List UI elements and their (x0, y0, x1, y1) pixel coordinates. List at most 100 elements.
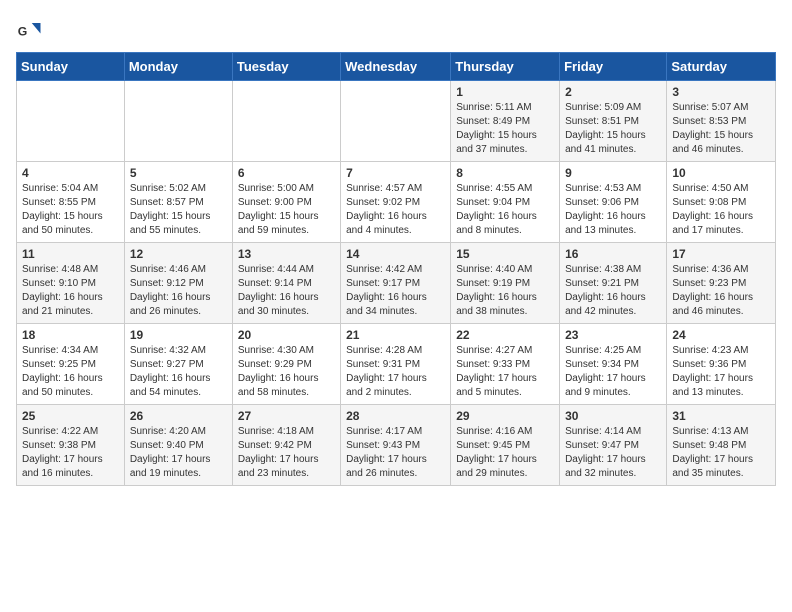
day-number: 6 (238, 166, 335, 180)
cell-content: Sunrise: 5:02 AM Sunset: 8:57 PM Dayligh… (130, 182, 227, 238)
day-number: 18 (22, 328, 119, 342)
day-header-saturday: Saturday (667, 53, 776, 81)
calendar-cell: 23 Sunrise: 4:25 AM Sunset: 9:34 PM Dayli… (560, 324, 667, 405)
day-number: 16 (565, 247, 661, 261)
calendar-cell (232, 81, 340, 162)
day-number: 21 (346, 328, 445, 342)
calendar-cell: 28 Sunrise: 4:17 AM Sunset: 9:43 PM Dayli… (341, 405, 451, 486)
cell-content: Sunrise: 5:04 AM Sunset: 8:55 PM Dayligh… (22, 182, 119, 238)
cell-content: Sunrise: 4:22 AM Sunset: 9:38 PM Dayligh… (22, 425, 119, 481)
calendar-cell: 20Sunrise: 4:30 AM Sunset: 9:29 PM Dayli… (232, 324, 340, 405)
cell-content: Sunrise: 4:32 AM Sunset: 9:27 PM Dayligh… (130, 344, 227, 400)
cell-content: Sunrise: 4:13 AM Sunset: 9:48 PM Dayligh… (672, 425, 770, 481)
calendar-cell: 19 Sunrise: 4:32 AM Sunset: 9:27 PM Dayli… (124, 324, 232, 405)
day-number: 4 (22, 166, 119, 180)
calendar-cell: 15 Sunrise: 4:40 AM Sunset: 9:19 PM Dayli… (451, 243, 560, 324)
day-number: 25 (22, 409, 119, 423)
cell-content: Sunrise: 4:57 AM Sunset: 9:02 PM Dayligh… (346, 182, 445, 238)
cell-content: Sunrise: 4:42 AM Sunset: 9:17 PM Dayligh… (346, 263, 445, 319)
calendar-table: SundayMondayTuesdayWednesdayThursdayFrid… (16, 52, 776, 486)
cell-content: Sunrise: 4:53 AM Sunset: 9:06 PM Dayligh… (565, 182, 661, 238)
day-number: 3 (672, 85, 770, 99)
calendar-cell: 11 Sunrise: 4:48 AM Sunset: 9:10 PM Dayli… (17, 243, 125, 324)
day-header-friday: Friday (560, 53, 667, 81)
cell-content: Sunrise: 4:16 AM Sunset: 9:45 PM Dayligh… (456, 425, 554, 481)
day-number: 29 (456, 409, 554, 423)
calendar-cell: 4 Sunrise: 5:04 AM Sunset: 8:55 PM Daylig… (17, 162, 125, 243)
cell-content: Sunrise: 4:55 AM Sunset: 9:04 PM Dayligh… (456, 182, 554, 238)
calendar-cell: 6Sunrise: 5:00 AM Sunset: 9:00 PM Daylig… (232, 162, 340, 243)
day-number: 13 (238, 247, 335, 261)
day-number: 19 (130, 328, 227, 342)
calendar-cell (17, 81, 125, 162)
calendar-cell: 9 Sunrise: 4:53 AM Sunset: 9:06 PM Daylig… (560, 162, 667, 243)
cell-content: Sunrise: 4:34 AM Sunset: 9:25 PM Dayligh… (22, 344, 119, 400)
calendar-cell: 10 Sunrise: 4:50 AM Sunset: 9:08 PM Dayli… (667, 162, 776, 243)
calendar-week-row: 11 Sunrise: 4:48 AM Sunset: 9:10 PM Dayli… (17, 243, 776, 324)
cell-content: Sunrise: 4:23 AM Sunset: 9:36 PM Dayligh… (672, 344, 770, 400)
cell-content: Sunrise: 4:25 AM Sunset: 9:34 PM Dayligh… (565, 344, 661, 400)
calendar-cell: 26 Sunrise: 4:20 AM Sunset: 9:40 PM Dayli… (124, 405, 232, 486)
calendar-cell (124, 81, 232, 162)
day-number: 5 (130, 166, 227, 180)
cell-content: Sunrise: 4:14 AM Sunset: 9:47 PM Dayligh… (565, 425, 661, 481)
cell-content: Sunrise: 5:07 AM Sunset: 8:53 PM Dayligh… (672, 101, 770, 157)
calendar-cell: 27Sunrise: 4:18 AM Sunset: 9:42 PM Dayli… (232, 405, 340, 486)
calendar-cell: 5 Sunrise: 5:02 AM Sunset: 8:57 PM Daylig… (124, 162, 232, 243)
logo: G (16, 16, 48, 44)
cell-content: Sunrise: 4:36 AM Sunset: 9:23 PM Dayligh… (672, 263, 770, 319)
day-number: 10 (672, 166, 770, 180)
cell-content: Sunrise: 4:44 AM Sunset: 9:14 PM Dayligh… (238, 263, 335, 319)
day-number: 11 (22, 247, 119, 261)
day-header-thursday: Thursday (451, 53, 560, 81)
day-number: 9 (565, 166, 661, 180)
day-number: 1 (456, 85, 554, 99)
day-number: 17 (672, 247, 770, 261)
day-number: 2 (565, 85, 661, 99)
day-number: 12 (130, 247, 227, 261)
day-header-sunday: Sunday (17, 53, 125, 81)
calendar-cell: 2Sunrise: 5:09 AM Sunset: 8:51 PM Daylig… (560, 81, 667, 162)
day-number: 31 (672, 409, 770, 423)
calendar-cell: 12 Sunrise: 4:46 AM Sunset: 9:12 PM Dayli… (124, 243, 232, 324)
day-number: 15 (456, 247, 554, 261)
cell-content: Sunrise: 4:48 AM Sunset: 9:10 PM Dayligh… (22, 263, 119, 319)
cell-content: Sunrise: 4:30 AM Sunset: 9:29 PM Dayligh… (238, 344, 335, 400)
calendar-cell: 24Sunrise: 4:23 AM Sunset: 9:36 PM Dayli… (667, 324, 776, 405)
cell-content: Sunrise: 4:18 AM Sunset: 9:42 PM Dayligh… (238, 425, 335, 481)
calendar-cell: 3 Sunrise: 5:07 AM Sunset: 8:53 PM Daylig… (667, 81, 776, 162)
cell-content: Sunrise: 4:50 AM Sunset: 9:08 PM Dayligh… (672, 182, 770, 238)
calendar-week-row: 1 Sunrise: 5:11 AM Sunset: 8:49 PM Daylig… (17, 81, 776, 162)
calendar-cell: 31 Sunrise: 4:13 AM Sunset: 9:48 PM Dayli… (667, 405, 776, 486)
calendar-cell: 8Sunrise: 4:55 AM Sunset: 9:04 PM Daylig… (451, 162, 560, 243)
day-number: 22 (456, 328, 554, 342)
day-number: 14 (346, 247, 445, 261)
cell-content: Sunrise: 4:17 AM Sunset: 9:43 PM Dayligh… (346, 425, 445, 481)
cell-content: Sunrise: 4:20 AM Sunset: 9:40 PM Dayligh… (130, 425, 227, 481)
calendar-cell: 16 Sunrise: 4:38 AM Sunset: 9:21 PM Dayli… (560, 243, 667, 324)
calendar-cell: 17 Sunrise: 4:36 AM Sunset: 9:23 PM Dayli… (667, 243, 776, 324)
cell-content: Sunrise: 5:11 AM Sunset: 8:49 PM Dayligh… (456, 101, 554, 157)
cell-content: Sunrise: 4:27 AM Sunset: 9:33 PM Dayligh… (456, 344, 554, 400)
day-number: 26 (130, 409, 227, 423)
calendar-cell: 1 Sunrise: 5:11 AM Sunset: 8:49 PM Daylig… (451, 81, 560, 162)
day-number: 7 (346, 166, 445, 180)
calendar-week-row: 25 Sunrise: 4:22 AM Sunset: 9:38 PM Dayli… (17, 405, 776, 486)
calendar-cell: 29 Sunrise: 4:16 AM Sunset: 9:45 PM Dayli… (451, 405, 560, 486)
calendar-week-row: 4 Sunrise: 5:04 AM Sunset: 8:55 PM Daylig… (17, 162, 776, 243)
page-header: G (16, 16, 776, 44)
day-number: 23 (565, 328, 661, 342)
calendar-week-row: 18 Sunrise: 4:34 AM Sunset: 9:25 PM Dayli… (17, 324, 776, 405)
logo-icon: G (16, 16, 44, 44)
cell-content: Sunrise: 4:38 AM Sunset: 9:21 PM Dayligh… (565, 263, 661, 319)
calendar-cell: 22 Sunrise: 4:27 AM Sunset: 9:33 PM Dayli… (451, 324, 560, 405)
cell-content: Sunrise: 4:46 AM Sunset: 9:12 PM Dayligh… (130, 263, 227, 319)
calendar-cell: 30 Sunrise: 4:14 AM Sunset: 9:47 PM Dayli… (560, 405, 667, 486)
day-header-wednesday: Wednesday (341, 53, 451, 81)
day-header-monday: Monday (124, 53, 232, 81)
day-number: 30 (565, 409, 661, 423)
cell-content: Sunrise: 4:40 AM Sunset: 9:19 PM Dayligh… (456, 263, 554, 319)
calendar-cell: 14 Sunrise: 4:42 AM Sunset: 9:17 PM Dayli… (341, 243, 451, 324)
svg-text:G: G (18, 24, 28, 38)
day-number: 28 (346, 409, 445, 423)
